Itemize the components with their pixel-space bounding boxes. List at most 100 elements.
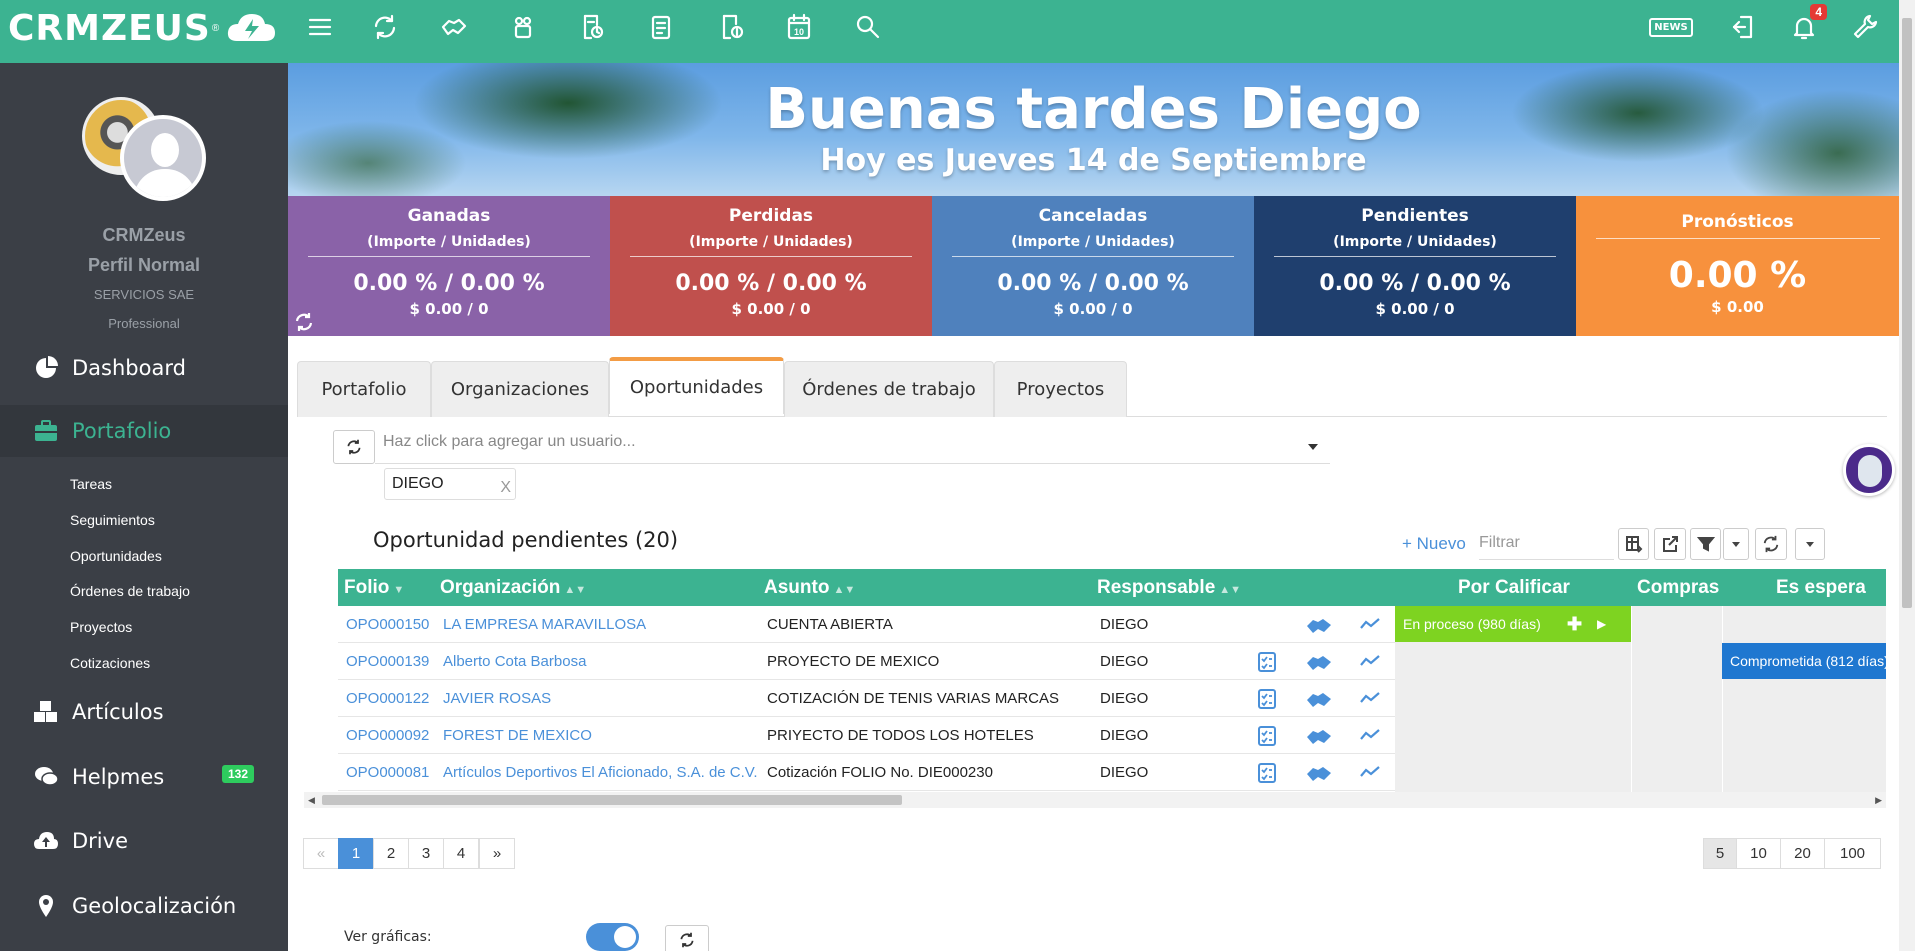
contacts-icon[interactable]	[506, 10, 540, 44]
filter-dropdown-button[interactable]	[1723, 528, 1749, 560]
task-checklist-icon[interactable]	[1256, 688, 1278, 710]
pagination-page-1[interactable]: 1	[338, 838, 374, 869]
task-checklist-icon[interactable]	[1256, 651, 1278, 673]
search-icon[interactable]	[851, 10, 885, 44]
invoice-dollar-icon[interactable]	[714, 10, 748, 44]
trend-line-icon[interactable]	[1359, 762, 1381, 784]
notifications-bell-icon[interactable]: 4	[1787, 4, 1827, 44]
sidebar-sub-ordenes[interactable]: Órdenes de trabajo	[70, 583, 190, 599]
handshake-icon[interactable]	[1305, 725, 1333, 747]
row-organization[interactable]: FOREST DE MEXICO	[443, 717, 592, 754]
stage-committed-card[interactable]: Comprometida (812 días)	[1722, 643, 1886, 679]
trend-line-icon[interactable]	[1359, 651, 1381, 673]
row-organization[interactable]: Alberto Cota Barbosa	[443, 643, 586, 680]
sidebar-sub-cotizaciones[interactable]: Cotizaciones	[70, 655, 150, 671]
column-folio[interactable]: Folio ▼	[344, 569, 404, 606]
page-size-5[interactable]: 5	[1703, 838, 1737, 869]
crmzeus-logo[interactable]: CRMZEUS ®	[8, 6, 277, 50]
tab-portafolio[interactable]: Portafolio	[297, 361, 431, 417]
row-folio[interactable]: OPO000092	[346, 717, 429, 754]
chevron-down-icon[interactable]	[1308, 444, 1318, 450]
sidebar-item-articulos[interactable]: Artículos	[0, 686, 288, 738]
sidebar-sub-tareas[interactable]: Tareas	[70, 476, 112, 492]
trend-line-icon[interactable]	[1359, 688, 1381, 710]
column-es-espera[interactable]: Es espera cl	[1776, 569, 1886, 635]
handshake-icon[interactable]	[1305, 762, 1333, 784]
task-checklist-icon[interactable]	[1256, 762, 1278, 784]
pagination-page-3[interactable]: 3	[408, 838, 444, 869]
page-size-10[interactable]: 10	[1736, 838, 1781, 869]
table-row[interactable]: OPO000150 LA EMPRESA MARAVILLOSA CUENTA …	[338, 606, 1395, 643]
table-row[interactable]: OPO000092 FOREST DE MEXICO PRIYECTO DE T…	[338, 717, 1395, 754]
task-list-icon[interactable]	[644, 10, 678, 44]
row-folio[interactable]: OPO000081	[346, 754, 429, 791]
trend-line-icon[interactable]	[1359, 725, 1381, 747]
sidebar-sub-oportunidades[interactable]: Oportunidades	[70, 548, 162, 564]
row-organization[interactable]: LA EMPRESA MARAVILLOSA	[443, 606, 646, 643]
refresh-users-button[interactable]	[333, 430, 375, 464]
user-select-input[interactable]: Haz click para agregar un usuario...	[375, 430, 1330, 464]
refresh-list-button[interactable]	[1755, 528, 1787, 560]
column-por-calificar[interactable]: Por Calificar	[1458, 569, 1570, 606]
stage-in-process-card[interactable]: En proceso (980 días) ✚ ▶	[1395, 606, 1631, 642]
play-arrow-icon[interactable]: ▶	[1597, 606, 1606, 642]
row-folio[interactable]: OPO000139	[346, 643, 429, 680]
avatar[interactable]	[82, 97, 212, 207]
stat-card-pendientes[interactable]: Pendientes (Importe / Unidades) 0.00 % /…	[1254, 196, 1576, 336]
plus-icon[interactable]: ✚	[1567, 606, 1582, 642]
row-organization[interactable]: Artículos Deportivos El Aficionado, S.A.…	[443, 754, 758, 791]
new-opportunity-button[interactable]: + Nuevo	[1402, 534, 1466, 554]
task-checklist-icon[interactable]	[1256, 725, 1278, 747]
refresh-charts-button[interactable]	[665, 925, 709, 951]
tab-oportunidades[interactable]: Oportunidades	[609, 357, 784, 414]
sidebar-sub-seguimientos[interactable]: Seguimientos	[70, 512, 155, 528]
stat-card-ganadas[interactable]: Ganadas (Importe / Unidades) 0.00 % / 0.…	[288, 196, 610, 336]
stat-card-pronosticos[interactable]: Pronósticos 0.00 % $ 0.00	[1576, 196, 1899, 336]
news-icon[interactable]: NEWS	[1649, 10, 1693, 44]
trend-line-icon[interactable]	[1359, 614, 1381, 636]
sidebar-item-portafolio[interactable]: Portafolio	[0, 405, 288, 457]
page-size-20[interactable]: 20	[1780, 838, 1825, 869]
table-row[interactable]: OPO000122 JAVIER ROSAS COTIZACIÓN DE TEN…	[338, 680, 1395, 717]
sidebar-item-geolocalizacion[interactable]: Geolocalización	[0, 880, 288, 932]
pagination-next[interactable]: »	[479, 838, 515, 869]
handshake-icon[interactable]	[437, 10, 471, 44]
chatbot-assistant-button[interactable]	[1843, 444, 1895, 496]
stat-card-perdidas[interactable]: Perdidas (Importe / Unidades) 0.00 % / 0…	[610, 196, 932, 336]
column-compras[interactable]: Compras	[1637, 569, 1719, 606]
charts-toggle-switch[interactable]	[586, 923, 639, 951]
row-folio[interactable]: OPO000122	[346, 680, 429, 717]
sync-icon[interactable]	[368, 10, 402, 44]
tab-proyectos[interactable]: Proyectos	[994, 361, 1127, 417]
pagination-page-4[interactable]: 4	[443, 838, 479, 869]
sidebar-item-drive[interactable]: Drive	[0, 815, 288, 867]
remove-chip-button[interactable]: X	[500, 479, 511, 497]
pagination-page-2[interactable]: 2	[373, 838, 409, 869]
more-options-button[interactable]	[1795, 528, 1825, 560]
column-asunto[interactable]: Asunto ▲▼	[764, 569, 855, 606]
filter-button[interactable]	[1690, 528, 1721, 560]
row-folio[interactable]: OPO000150	[346, 606, 429, 643]
handshake-icon[interactable]	[1305, 688, 1333, 710]
handshake-icon[interactable]	[1305, 651, 1333, 673]
sidebar-item-dashboard[interactable]: Dashboard	[0, 342, 288, 394]
refresh-stats-icon[interactable]	[294, 312, 314, 332]
stat-card-canceladas[interactable]: Canceladas (Importe / Unidades) 0.00 % /…	[932, 196, 1254, 336]
menu-icon[interactable]	[303, 10, 337, 44]
table-row[interactable]: OPO000139 Alberto Cota Barbosa PROYECTO …	[338, 643, 1395, 680]
table-horizontal-scrollbar[interactable]: ◀ ▶	[304, 792, 1886, 808]
filter-input[interactable]: Filtrar	[1479, 534, 1614, 560]
page-vertical-scrollbar[interactable]	[1899, 0, 1915, 951]
table-row[interactable]: OPO000081 Artículos Deportivos El Aficio…	[338, 754, 1395, 791]
handshake-icon[interactable]	[1305, 614, 1333, 636]
scrollbar-thumb[interactable]	[322, 795, 902, 805]
row-organization[interactable]: JAVIER ROSAS	[443, 680, 551, 717]
document-clock-icon[interactable]	[575, 10, 609, 44]
calendar-icon[interactable]: 10	[782, 10, 816, 44]
export-excel-button[interactable]	[1618, 528, 1649, 560]
page-size-100[interactable]: 100	[1824, 838, 1881, 869]
tab-organizaciones[interactable]: Organizaciones	[431, 361, 609, 417]
logout-icon[interactable]	[1726, 10, 1760, 44]
scrollbar-thumb[interactable]	[1902, 18, 1912, 608]
column-responsable[interactable]: Responsable ▲▼	[1097, 569, 1241, 606]
